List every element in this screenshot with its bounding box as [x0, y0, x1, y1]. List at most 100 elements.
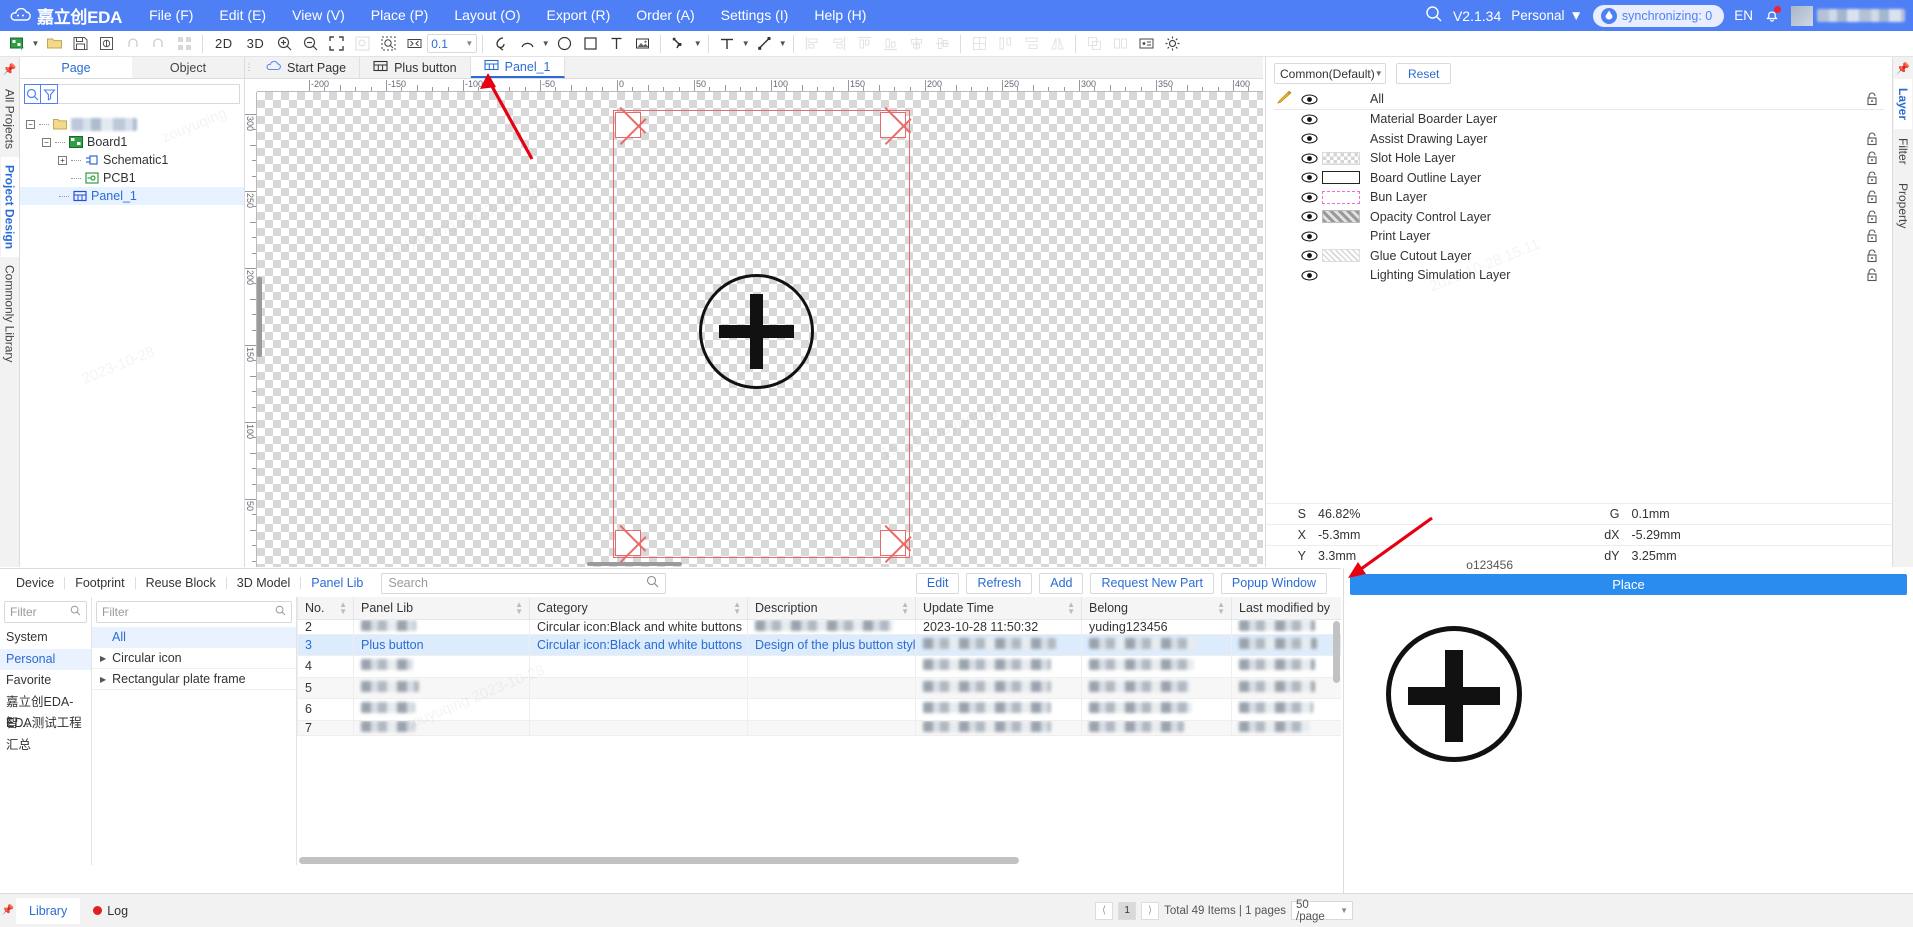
- sort-icon[interactable]: ▲ ▼: [1067, 601, 1075, 616]
- arc-tool-icon[interactable]: [514, 32, 540, 56]
- tree-item-pcb1[interactable]: PCB1: [26, 169, 244, 187]
- view-2d-button[interactable]: 2D: [208, 32, 240, 56]
- search-icon[interactable]: [1425, 5, 1443, 26]
- table-row[interactable]: 3 Plus button Circular icon:Black and wh…: [297, 633, 1341, 656]
- vtab-all-projects[interactable]: All Projects: [0, 81, 19, 158]
- account-dropdown[interactable]: Personal ▼: [1511, 8, 1583, 23]
- new-dropdown-caret[interactable]: ▼: [30, 32, 41, 56]
- eye-icon[interactable]: [1296, 133, 1322, 144]
- tabbar-grip[interactable]: ⋮: [245, 57, 254, 78]
- eye-icon[interactable]: [1296, 270, 1322, 281]
- library-tab-reuse-block[interactable]: Reuse Block: [136, 576, 226, 590]
- col-last-modified-by[interactable]: Last modified by: [1231, 597, 1341, 620]
- menu-help[interactable]: Help (H): [801, 0, 879, 31]
- filter-icon[interactable]: [41, 84, 58, 104]
- library-tab-footprint[interactable]: Footprint: [65, 576, 134, 590]
- table-horizontal-scrollbar[interactable]: [299, 857, 1019, 864]
- place-button[interactable]: Place: [1350, 574, 1907, 595]
- col-description[interactable]: Description ▲ ▼: [747, 597, 916, 620]
- eye-icon[interactable]: [1296, 250, 1322, 261]
- library-search-box[interactable]: Search: [381, 572, 667, 594]
- col-panel-lib[interactable]: Panel Lib ▲ ▼: [353, 597, 530, 620]
- zoom-in-icon[interactable]: [271, 32, 297, 56]
- undo-icon[interactable]: [119, 32, 145, 56]
- lock-icon[interactable]: [1860, 249, 1884, 263]
- pin-icon[interactable]: 📌: [1896, 57, 1910, 79]
- category-item-jlc-eda[interactable]: 嘉立创EDA-智...: [0, 692, 91, 731]
- sort-icon[interactable]: ▲ ▼: [1217, 601, 1225, 616]
- next-page-button[interactable]: ⟩: [1141, 901, 1160, 920]
- open-folder-icon[interactable]: [41, 32, 67, 56]
- eye-icon[interactable]: [1296, 114, 1322, 125]
- tree-item-project[interactable]: −: [26, 115, 244, 133]
- tree-item-board1[interactable]: − Board1: [26, 133, 244, 151]
- col-category[interactable]: Category ▲ ▼: [529, 597, 748, 620]
- library-tab-3d-model[interactable]: 3D Model: [227, 576, 301, 590]
- request-new-part-button[interactable]: Request New Part: [1090, 572, 1214, 594]
- distribute-vertical-icon[interactable]: [1018, 32, 1044, 56]
- layer-profile-select[interactable]: Common(Default) ▼: [1274, 63, 1386, 84]
- rvtab-property[interactable]: Property: [1894, 174, 1912, 237]
- eye-icon[interactable]: [1296, 192, 1322, 203]
- zoom-out-icon[interactable]: [297, 32, 323, 56]
- search-icon[interactable]: [646, 575, 659, 591]
- align-center-horizontal-icon[interactable]: [903, 32, 929, 56]
- menu-view[interactable]: View (V): [279, 0, 358, 31]
- library-tab-panel-lib[interactable]: Panel Lib: [301, 576, 373, 590]
- sort-icon[interactable]: ▲ ▼: [339, 601, 347, 616]
- edit-button[interactable]: Edit: [915, 572, 960, 594]
- subcategory-item-rectangular-plate-frame[interactable]: ▶ Rectangular plate frame: [92, 669, 296, 690]
- add-button[interactable]: Add: [1039, 572, 1084, 594]
- sort-icon[interactable]: ▲ ▼: [733, 601, 741, 616]
- rectangle-tool-icon[interactable]: [577, 32, 603, 56]
- canvas-horizontal-scrollbar[interactable]: [587, 562, 682, 566]
- lock-icon[interactable]: [1860, 92, 1884, 106]
- category-item-personal[interactable]: Personal: [0, 648, 91, 670]
- lock-icon[interactable]: [1860, 171, 1884, 185]
- fit-to-screen-icon[interactable]: [323, 32, 349, 56]
- menu-settings[interactable]: Settings (I): [708, 0, 802, 31]
- mirror-icon[interactable]: [1107, 32, 1133, 56]
- tab-page[interactable]: Page: [20, 57, 132, 78]
- lock-icon[interactable]: [1860, 268, 1884, 282]
- eye-icon[interactable]: [1296, 231, 1322, 242]
- menu-export[interactable]: Export (R): [533, 0, 623, 31]
- table-row[interactable]: 7: [297, 719, 1341, 736]
- menu-order[interactable]: Order (A): [623, 0, 707, 31]
- route-dropdown-caret[interactable]: ▼: [692, 32, 703, 56]
- layer-row-bun[interactable]: Bun Layer: [1274, 188, 1884, 208]
- table-row[interactable]: 5: [297, 676, 1341, 699]
- distribute-horizontal-icon[interactable]: [992, 32, 1018, 56]
- grid-size-input[interactable]: 0.1 ▼: [427, 34, 478, 53]
- eye-icon[interactable]: [1296, 172, 1322, 183]
- tree-item-schematic1[interactable]: + Schematic1: [26, 151, 244, 169]
- layer-row-material-boarder[interactable]: Material Boarder Layer: [1274, 110, 1884, 130]
- lock-icon[interactable]: [1860, 190, 1884, 204]
- rvtab-layer[interactable]: Layer: [1894, 79, 1912, 130]
- refresh-button[interactable]: Refresh: [966, 572, 1033, 594]
- line-tool-icon[interactable]: [751, 32, 777, 56]
- category-item-eda-test[interactable]: EDA测试工程汇总: [0, 713, 91, 752]
- lock-icon[interactable]: [1860, 151, 1884, 165]
- current-page-number[interactable]: 1: [1118, 901, 1137, 920]
- save-icon[interactable]: [67, 32, 93, 56]
- pencil-icon[interactable]: [1274, 90, 1296, 107]
- library-tab-device[interactable]: Device: [6, 576, 64, 590]
- canvas-vertical-scrollbar[interactable]: [257, 277, 262, 357]
- lock-icon[interactable]: [1860, 210, 1884, 224]
- gear-icon[interactable]: [1159, 32, 1185, 56]
- dimension-dropdown-caret[interactable]: ▼: [740, 32, 751, 56]
- language-switch[interactable]: EN: [1734, 8, 1753, 23]
- line-dropdown-caret[interactable]: ▼: [777, 32, 788, 56]
- category-filter-input[interactable]: Filter: [4, 601, 87, 623]
- sync-status-badge[interactable]: synchronizing: 0: [1592, 4, 1725, 27]
- collapse-toggle-icon[interactable]: −: [26, 119, 35, 129]
- layer-row-slot-hole[interactable]: Slot Hole Layer: [1274, 149, 1884, 169]
- redo-icon[interactable]: [145, 32, 171, 56]
- collapse-toggle-icon[interactable]: −: [42, 137, 51, 147]
- library-table-wrapper[interactable]: No. ▲ ▼ Panel Lib ▲ ▼ Category ▲ ▼ Description…: [297, 597, 1341, 865]
- part-preview[interactable]: [1344, 601, 1913, 881]
- vtab-commonly-library[interactable]: Commonly Library: [0, 257, 19, 371]
- category-item-system[interactable]: System: [0, 627, 91, 649]
- canvas-tab-panel-1[interactable]: Panel_1: [470, 57, 565, 78]
